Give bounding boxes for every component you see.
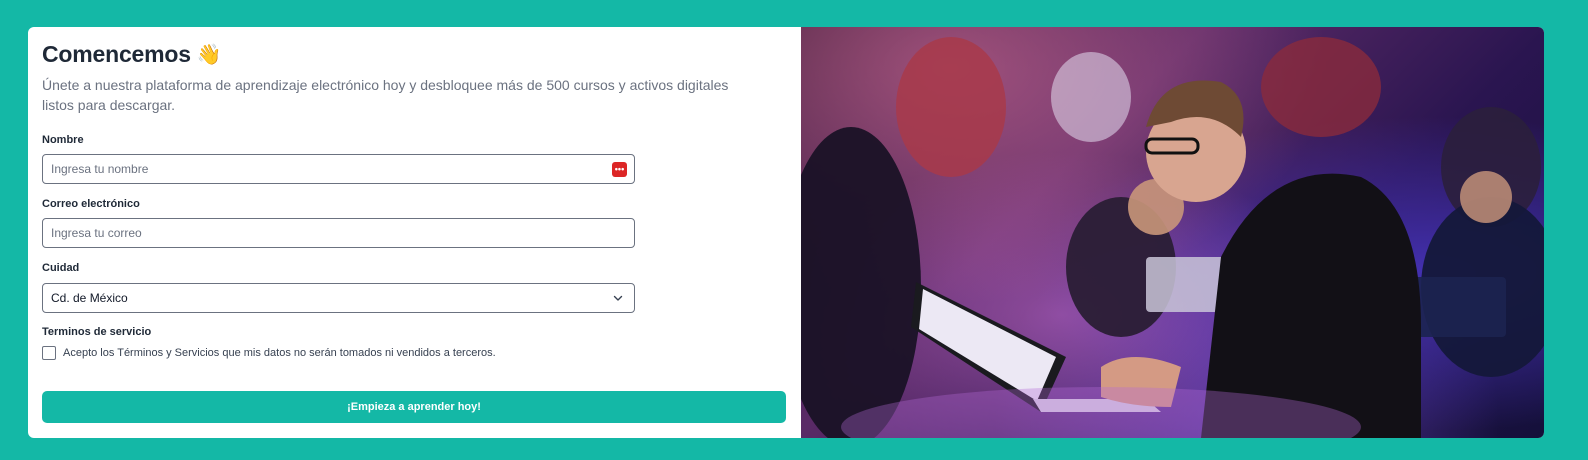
name-label: Nombre <box>42 134 84 146</box>
chevron-down-icon <box>613 295 623 301</box>
email-input[interactable] <box>42 218 635 248</box>
terms-checkbox-label[interactable]: Acepto los Términos y Servicios que mis … <box>63 347 496 359</box>
signup-card: Comencemos 👋 Únete a nuestra plataforma … <box>28 27 1544 438</box>
waving-hand-icon: 👋 <box>196 44 222 66</box>
page-subtitle: Únete a nuestra plataforma de aprendizaj… <box>42 77 729 113</box>
terms-label: Terminos de servicio <box>42 326 152 338</box>
name-input[interactable] <box>42 154 635 184</box>
event-attendee-illustration <box>801 37 1544 438</box>
email-label: Correo electrónico <box>42 198 140 210</box>
start-learning-button[interactable]: ¡Empieza a aprender hoy! <box>42 391 786 423</box>
city-selected-value: Cd. de México <box>51 291 128 305</box>
terms-checkbox[interactable] <box>42 346 56 360</box>
page-title: Comencemos 👋 <box>42 41 222 68</box>
hero-photo <box>801 27 1544 438</box>
signup-form: Comencemos 👋 Únete a nuestra plataforma … <box>28 27 801 438</box>
city-select[interactable]: Cd. de México <box>42 283 635 313</box>
password-manager-icon[interactable]: ••• <box>612 162 627 177</box>
title-text: Comencemos <box>42 41 191 67</box>
city-label: Cuidad <box>42 262 80 274</box>
